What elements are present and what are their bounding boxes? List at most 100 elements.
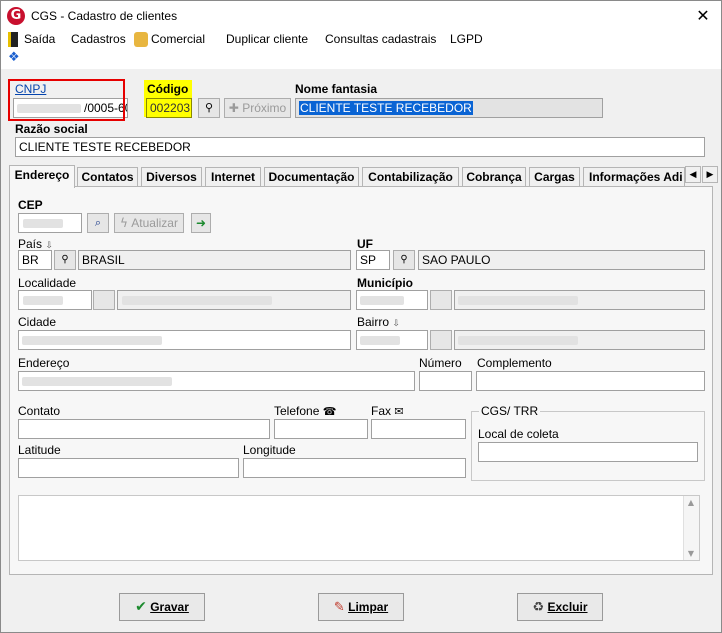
cep-label: CEP [18,198,43,212]
tab-contabilizacao[interactable]: Contabilização [362,167,459,187]
menu-consultations[interactable]: Consultas cadastrais [325,32,436,46]
municipio-search-button[interactable] [430,290,452,310]
endereco-input[interactable] [18,371,415,391]
tab-informacoes-adicionais[interactable]: Informações Adi [583,167,685,187]
cep-input[interactable] [18,213,82,233]
endereco-redacted-area [22,377,172,386]
annotation-red-box [8,79,125,121]
save-button[interactable]: ✔ Gravar [119,593,205,621]
cidade-label: Cidade [18,315,57,329]
cidade-input[interactable] [18,330,351,350]
save-button-label: Gravar [150,600,189,614]
uf-code-input[interactable]: SP [356,250,390,270]
tab-endereco[interactable]: Endereço [9,165,75,188]
close-icon[interactable]: ✕ [691,5,715,27]
clear-button[interactable]: ✎ Limpar [318,593,404,621]
tab-scroll-right-icon[interactable]: ▶ [702,166,718,183]
commercial-icon [134,32,148,47]
fax-input[interactable] [371,419,466,439]
local-coleta-input[interactable] [478,442,698,462]
window-title: CGS - Cadastro de clientes [31,9,178,23]
numero-input[interactable] [419,371,472,391]
pais-code-input[interactable]: BR [18,250,52,270]
telefone-label-text: Telefone [274,404,320,418]
fax-icon: ✉ [394,405,404,418]
telefone-label: Telefone ☎ [274,404,336,418]
exit-door-icon [8,32,18,47]
cep-search-icon[interactable]: ⌕ [87,213,109,233]
municipio-name-input [454,290,705,310]
pais-label: País ⇩ [18,237,53,251]
menu-exit[interactable]: Saída [24,32,55,46]
tab-contatos[interactable]: Contatos [77,167,138,187]
search-binoculars-icon[interactable]: ⚲ [198,98,220,118]
municipio-redacted-area [360,296,404,305]
update-button-label: Atualizar [131,216,178,230]
uf-name-input: SAO PAULO [418,250,705,270]
notes-memo[interactable]: ▲ ▼ [18,495,700,561]
refresh-diamond-icon[interactable]: ❖ [8,51,22,65]
razao-social-label: Razão social [15,122,88,136]
bairro-name-redacted [458,336,578,345]
complemento-input[interactable] [476,371,705,391]
localidade-search-button[interactable] [93,290,115,310]
tab-diversos[interactable]: Diversos [141,167,202,187]
scroll-down-icon[interactable]: ▼ [684,549,698,558]
eraser-icon: ✎ [333,600,345,615]
contato-input[interactable] [18,419,270,439]
contato-label: Contato [18,404,61,418]
municipio-code-input[interactable] [356,290,428,310]
cidade-redacted-area [22,336,162,345]
memo-scrollbar[interactable]: ▲ ▼ [683,496,699,560]
lightning-icon: ϟ [120,216,128,230]
delete-button-label: Excluir [547,600,588,614]
razao-social-input[interactable]: CLIENTE TESTE RECEBEDOR [15,137,705,157]
fax-label: Fax ✉ [371,404,404,418]
bairro-code-input[interactable] [356,330,428,350]
localidade-name-redacted [122,296,272,305]
delete-button[interactable]: ♻ Excluir [517,593,603,621]
endereco-label: Endereço [18,356,70,370]
next-button-label: Próximo [242,101,287,115]
localidade-label: Localidade [18,276,77,290]
bairro-label-text: Bairro [357,315,390,329]
menu-registrations[interactable]: Cadastros [71,32,126,46]
bairro-search-button[interactable] [430,330,452,350]
bairro-redacted-area [360,336,400,345]
sort-down-icon: ⇩ [392,318,400,328]
cgs-trr-group-title: CGS/ TRR [479,404,541,418]
tab-internet[interactable]: Internet [205,167,261,187]
menu-duplicate-client[interactable]: Duplicar cliente [226,32,308,46]
fax-label-text: Fax [371,404,392,418]
update-button[interactable]: ϟ Atualizar [114,213,184,233]
next-button[interactable]: ✚ Próximo [224,98,291,118]
numero-label: Número [419,356,462,370]
municipio-name-redacted [458,296,578,305]
secondary-toolbar: ❖ [1,49,721,69]
longitude-input[interactable] [243,458,466,478]
localidade-redacted-area [23,296,63,305]
plus-icon: ✚ [228,101,239,115]
scroll-up-icon[interactable]: ▲ [684,498,698,507]
codigo-input[interactable]: 002203 [146,98,192,118]
tab-documentacao[interactable]: Documentação [264,167,359,187]
menu-commercial[interactable]: Comercial [151,32,205,46]
tab-scroll-left-icon[interactable]: ◀ [685,166,701,183]
trash-icon: ♻ [532,600,545,615]
sort-down-icon: ⇩ [45,240,53,250]
nome-fantasia-input[interactable]: CLIENTE TESTE RECEBEDOR [295,98,603,118]
menu-lgpd[interactable]: LGPD [450,32,483,46]
telefone-input[interactable] [274,419,368,439]
nome-fantasia-value: CLIENTE TESTE RECEBEDOR [299,101,473,115]
uf-search-binoculars-icon[interactable]: ⚲ [393,250,415,270]
cep-redacted-area [23,219,63,228]
tab-cobranca[interactable]: Cobrança [462,167,526,187]
pais-search-binoculars-icon[interactable]: ⚲ [54,250,76,270]
localidade-name-input [117,290,351,310]
localidade-code-input[interactable] [18,290,92,310]
latitude-input[interactable] [18,458,239,478]
pais-label-text: País [18,237,43,251]
app-logo-icon: G [7,7,25,25]
import-arrow-icon[interactable]: ➜ [191,213,211,233]
tab-cargas[interactable]: Cargas [529,167,580,187]
